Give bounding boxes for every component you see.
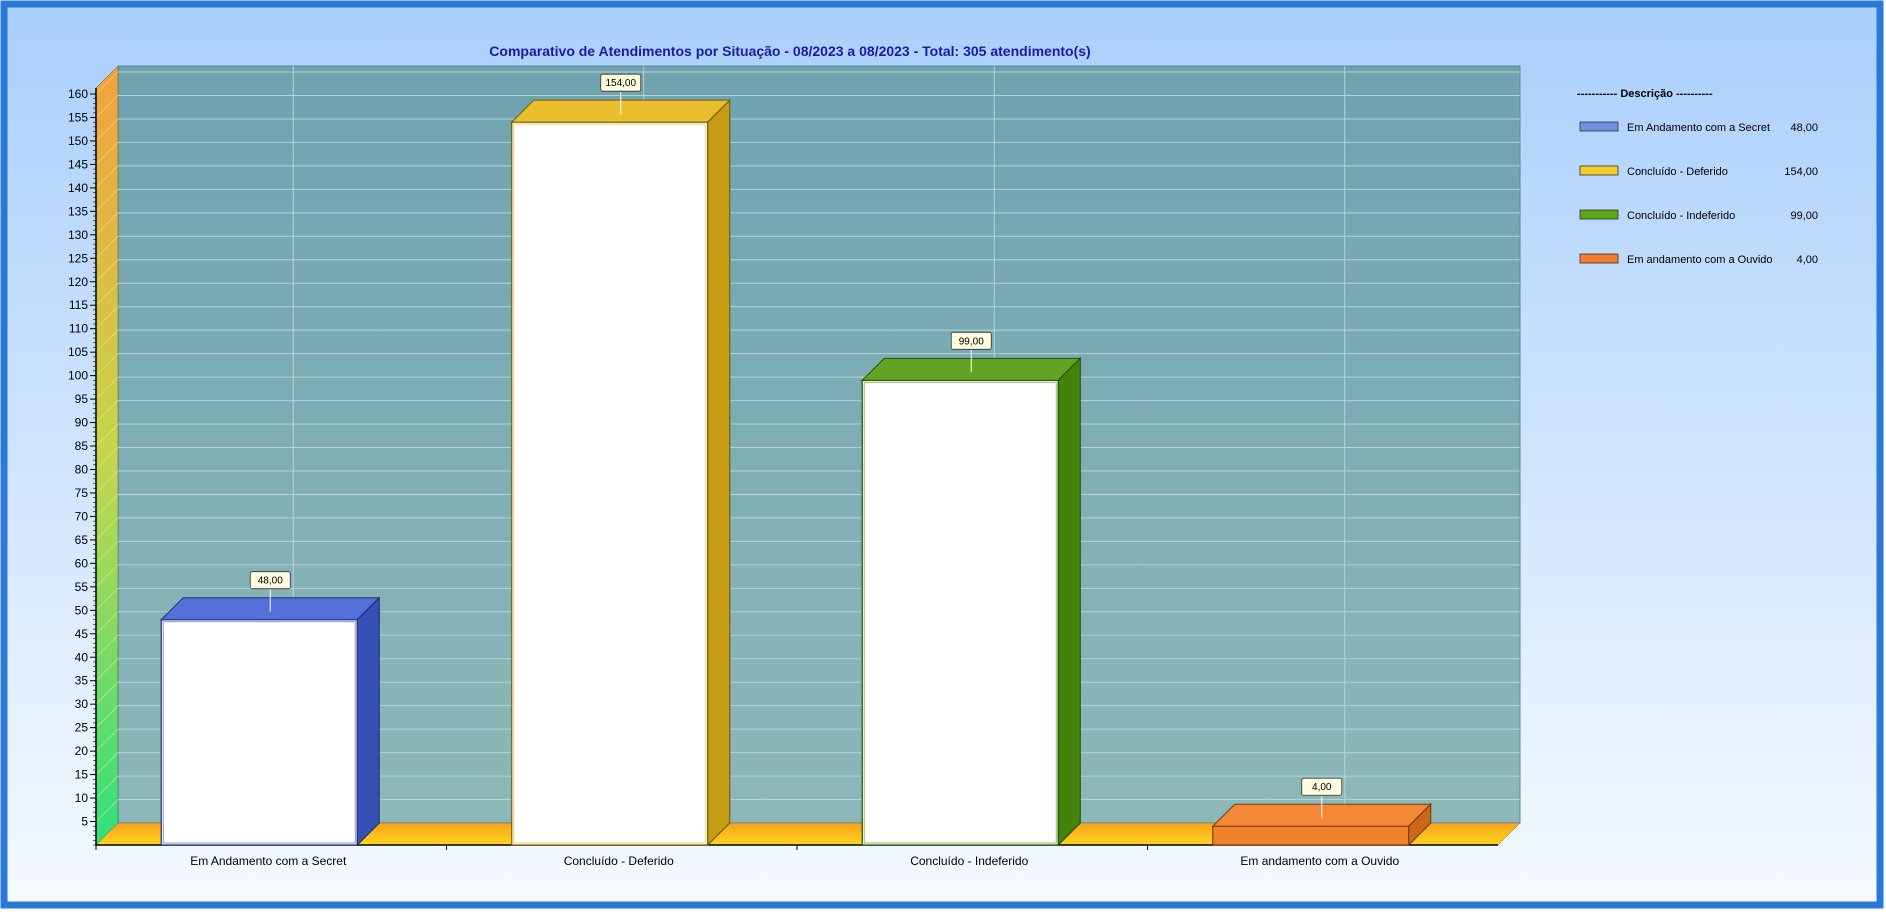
- y-tick-label: 70: [75, 509, 89, 523]
- y-tick-label: 25: [75, 721, 89, 735]
- legend-value: 99,00: [1790, 210, 1818, 222]
- y-tick-label: 85: [75, 439, 89, 453]
- legend-value: 48,00: [1790, 122, 1818, 134]
- legend-label: Concluído - Deferido: [1627, 166, 1728, 178]
- legend-title: ----------- Descrição ----------: [1577, 88, 1713, 100]
- legend-swatch: [1579, 253, 1619, 264]
- y-tick-label: 5: [81, 815, 88, 829]
- y-tick-label: 50: [75, 603, 89, 617]
- bar-front: [160, 619, 358, 846]
- legend-swatch: [1579, 209, 1619, 220]
- chart-title: Comparativo de Atendimentos por Situação…: [489, 43, 1090, 59]
- legend-label: Em andamento com a Ouvido: [1627, 254, 1773, 266]
- legend-value: 4,00: [1797, 254, 1818, 266]
- legend-label: Em Andamento com a Secret: [1627, 122, 1770, 134]
- y-tick-label: 125: [68, 251, 88, 265]
- y-tick-label: 65: [75, 533, 89, 547]
- data-label-text: 154,00: [605, 78, 636, 89]
- legend-swatch: [1579, 165, 1619, 176]
- y-tick-label: 95: [75, 392, 89, 406]
- y-tick-label: 15: [75, 768, 89, 782]
- y-tick-label: 135: [68, 204, 88, 218]
- y-tick-label: 30: [75, 697, 89, 711]
- y-tick-label: 140: [68, 181, 88, 195]
- legend-value: 154,00: [1784, 166, 1818, 178]
- bar-chart: Comparativo de Atendimentos por Situação…: [0, 0, 1884, 909]
- bar: [861, 357, 1082, 847]
- y-tick-label: 130: [68, 228, 88, 242]
- bar: [510, 98, 731, 847]
- bar-front: [1212, 825, 1410, 846]
- y-tick-label: 45: [75, 627, 89, 641]
- y-tick-label: 20: [75, 744, 89, 758]
- y-tick-label: 10: [75, 791, 89, 805]
- legend-label: Concluído - Indeferido: [1627, 210, 1735, 222]
- y-tick-label: 150: [68, 134, 88, 148]
- legend-swatch: [1579, 121, 1619, 132]
- data-label-text: 48,00: [258, 576, 283, 587]
- y-tick-label: 35: [75, 674, 89, 688]
- left-wall: [95, 65, 119, 846]
- y-tick-label: 110: [69, 322, 88, 336]
- y-tick-label: 120: [68, 275, 88, 289]
- category-label: Em Andamento com a Secret: [190, 854, 347, 868]
- y-tick-label: 115: [69, 298, 88, 312]
- y-tick-label: 60: [75, 556, 89, 570]
- chart-window: Comparativo de Atendimentos por Situação…: [0, 0, 1886, 915]
- y-tick-label: 75: [75, 486, 89, 500]
- bar: [160, 596, 381, 847]
- y-tick-label: 40: [75, 650, 89, 664]
- category-label: Concluído - Deferido: [564, 854, 674, 868]
- data-label-text: 99,00: [959, 336, 984, 347]
- bar-front: [511, 121, 709, 846]
- y-tick-label: 105: [68, 345, 88, 359]
- category-label: Em andamento com a Ouvido: [1240, 854, 1399, 868]
- y-tick-label: 55: [75, 580, 89, 594]
- bar-side: [356, 596, 380, 847]
- y-tick-label: 145: [68, 157, 88, 171]
- data-label-text: 4,00: [1312, 782, 1332, 793]
- y-tick-label: 90: [75, 416, 89, 430]
- category-label: Concluído - Indeferido: [910, 854, 1028, 868]
- bar-side: [1057, 357, 1081, 847]
- y-tick-label: 160: [68, 87, 88, 101]
- y-tick-label: 155: [68, 110, 88, 124]
- y-tick-label: 100: [68, 369, 88, 383]
- bar-side: [707, 98, 731, 847]
- y-tick-label: 80: [75, 463, 89, 477]
- bar-front: [861, 379, 1059, 846]
